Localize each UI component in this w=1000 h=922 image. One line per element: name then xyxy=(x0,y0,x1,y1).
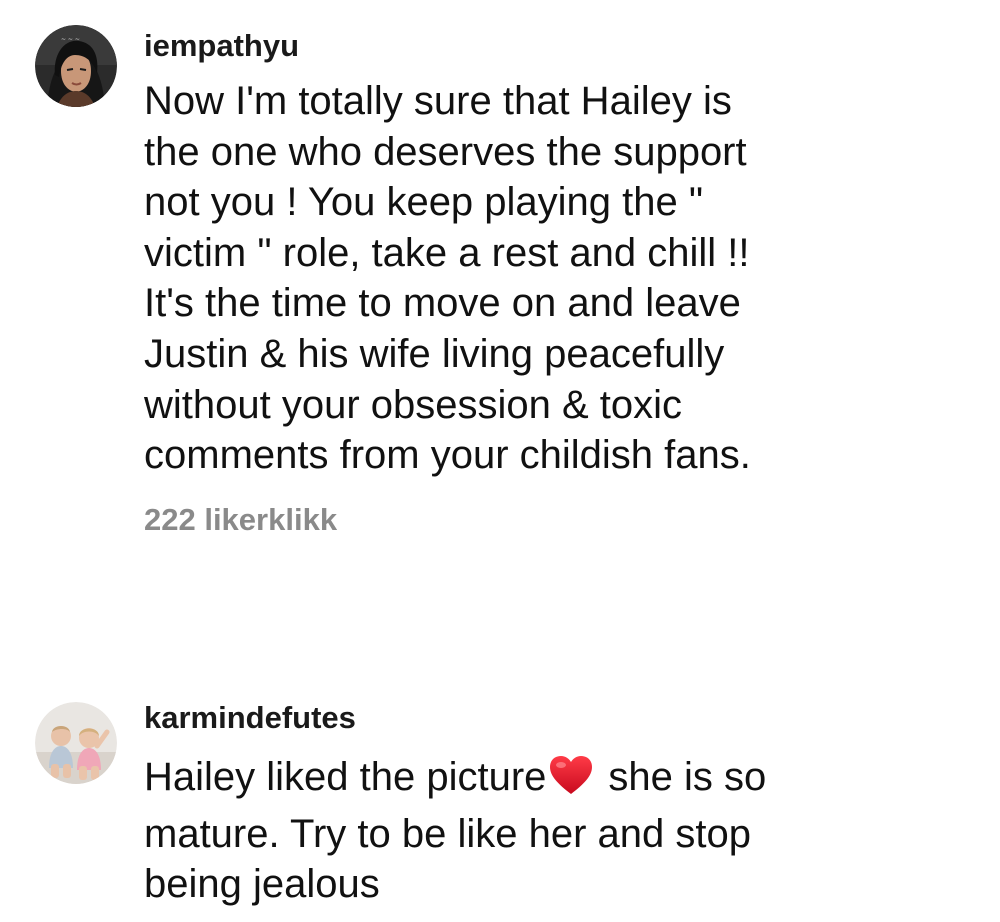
user-avatar[interactable] xyxy=(35,702,117,784)
red-heart-emoji-icon xyxy=(548,754,594,809)
comment-text-line: It's the time to move on and leave xyxy=(144,281,741,326)
comment-1: ~ ~ ~ iempathyu Now I'm totally sure tha… xyxy=(0,0,1000,560)
comment-text-line: Hailey liked the picture she is so xyxy=(144,752,964,809)
comment-text-line: comments from your childish fans. xyxy=(144,433,751,478)
avatar-image: ~ ~ ~ xyxy=(35,25,117,107)
username[interactable]: karmindefutes xyxy=(144,700,356,736)
comment-text-fragment: Hailey liked the picture xyxy=(144,755,547,799)
comment-text-line: Now I'm totally sure that Hailey is xyxy=(144,79,732,123)
comment-2: karmindefutes Hailey liked the picture sh… xyxy=(0,680,1000,922)
comment-text-line: without your obsession & toxic xyxy=(144,382,683,427)
comment-text-line: not you ! You keep playing the " xyxy=(144,180,704,225)
user-avatar[interactable]: ~ ~ ~ xyxy=(35,25,117,107)
comment-text: Now I'm totally sure that Hailey is the … xyxy=(144,76,964,481)
avatar-image xyxy=(35,702,117,784)
comment-text-line: the one who deserves the support xyxy=(144,129,747,174)
likes-count[interactable]: 222 likerklikk xyxy=(144,502,337,538)
username[interactable]: iempathyu xyxy=(144,28,299,64)
comment-text-line: Justin & his wife living peacefully xyxy=(144,331,725,376)
comment-text-fragment: she is so xyxy=(608,755,767,799)
comment-text-line: mature. Try to be like her and stop xyxy=(144,811,751,856)
comment-text: Hailey liked the picture she is so mature… xyxy=(144,752,964,910)
svg-text:~ ~ ~: ~ ~ ~ xyxy=(61,36,80,43)
comment-text-line: victim " role, take a rest and chill !! xyxy=(144,230,750,275)
comment-text-line: being jealous xyxy=(144,862,380,907)
